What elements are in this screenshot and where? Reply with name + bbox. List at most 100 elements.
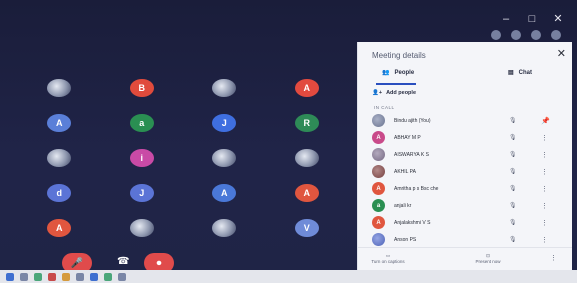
tab-chat[interactable]: ▤ Chat: [508, 69, 533, 77]
captions-label: Turn on captions: [371, 259, 405, 264]
participant-avatar: A: [372, 131, 385, 144]
hangup-icon[interactable]: ☎: [117, 257, 129, 267]
add-person-icon: 👤+: [372, 90, 383, 96]
more-options-icon[interactable]: ⋮: [541, 185, 548, 193]
add-people-button[interactable]: 👤+ Add people: [372, 90, 416, 96]
chat-icon[interactable]: [511, 30, 521, 40]
in-call-heading: IN CALL: [374, 105, 395, 110]
more-options-icon[interactable]: ⋮: [541, 236, 548, 244]
participant-avatar: a: [372, 199, 385, 212]
present-button[interactable]: ⊡ Present now: [458, 253, 518, 264]
top-bar: – □ ✕: [0, 0, 577, 40]
taskbar: [0, 270, 577, 283]
chat-bubble-icon: ▤: [508, 70, 514, 76]
more-options-icon[interactable]: ⋮: [541, 202, 548, 210]
minimize-icon[interactable]: –: [501, 14, 511, 25]
present-label: Present now: [475, 259, 501, 264]
app-icon-5[interactable]: [90, 272, 98, 281]
participant-name: anjali kr: [394, 202, 412, 209]
mic-muted-icon: 🎙: [509, 186, 517, 192]
participant-row[interactable]: A ABHAY M P 🎙 ⋮: [358, 129, 572, 146]
top-icons: [491, 30, 561, 40]
panel-footer: ▭ Turn on captions ⊡ Present now ⋮: [358, 247, 572, 271]
participant-grid: BAAaJRidJAAAV: [18, 70, 348, 245]
tab-people[interactable]: 👥 People: [382, 69, 414, 77]
participant-photo-tile[interactable]: [129, 218, 154, 237]
participant-photo-tile[interactable]: [212, 218, 237, 237]
close-icon[interactable]: ✕: [557, 47, 566, 60]
participant-avatar-tile[interactable]: a: [129, 113, 154, 132]
more-options-icon[interactable]: ⋮: [541, 168, 548, 176]
participant-avatar: [372, 165, 385, 178]
participant-name: AKHIL PA: [394, 168, 416, 175]
mic-muted-icon: 🎙: [509, 118, 517, 124]
participant-row[interactable]: a anjali kr 🎙 ⋮: [358, 197, 572, 214]
app-icon-6[interactable]: [104, 272, 112, 281]
window-controls: – □ ✕: [501, 14, 563, 25]
participant-row[interactable]: A Anjalakshmi V S 🎙 ⋮: [358, 214, 572, 231]
participant-avatar-tile[interactable]: i: [129, 148, 154, 167]
participant-avatar-tile[interactable]: J: [129, 183, 154, 202]
activities-icon[interactable]: [531, 30, 541, 40]
mic-muted-icon: 🎙: [509, 203, 517, 209]
participant-name: Amritha p s Bsc che: [394, 185, 439, 192]
active-tab-indicator: [376, 83, 416, 85]
participant-avatar-tile[interactable]: J: [212, 113, 237, 132]
mic-muted-icon: 🎙: [509, 237, 517, 243]
app-icon-1[interactable]: [34, 272, 42, 281]
mic-muted-icon: 🎙: [509, 169, 517, 175]
participant-avatar-tile[interactable]: B: [129, 78, 154, 97]
participant-row[interactable]: AISWARYA K S 🎙 ⋮: [358, 146, 572, 163]
participant-avatar: A: [372, 182, 385, 195]
footer-more-icon[interactable]: ⋮: [550, 254, 557, 262]
participant-row[interactable]: Bindu ajith (You) 🎙 📌: [358, 112, 572, 129]
tab-chat-label: Chat: [518, 69, 533, 76]
close-window-icon[interactable]: ✕: [553, 14, 563, 25]
mic-muted-icon: 🎙: [509, 152, 517, 158]
mic-muted-icon: 🎙: [509, 220, 517, 226]
participant-name: AISWARYA K S: [394, 151, 429, 158]
participant-name: Bindu ajith (You): [394, 117, 431, 124]
participant-avatar: A: [372, 216, 385, 229]
participant-list: Bindu ajith (You) 🎙 📌 A ABHAY M P 🎙 ⋮ AISWARYA …: [358, 112, 572, 248]
participant-avatar: [372, 114, 385, 127]
participant-photo-tile[interactable]: [47, 78, 72, 97]
meet-screen: – □ ✕ BAAaJRidJAAAV 🎤 ☎ ⏺ Meeting detail…: [0, 0, 577, 283]
participant-avatar-tile[interactable]: A: [294, 78, 319, 97]
maximize-icon[interactable]: □: [527, 14, 537, 25]
people-count-icon[interactable]: [491, 30, 501, 40]
app-icon-2[interactable]: [48, 272, 56, 281]
participant-photo-tile[interactable]: [47, 148, 72, 167]
participant-photo-tile[interactable]: [212, 78, 237, 97]
participant-name: Anjalakshmi V S: [394, 219, 431, 226]
app-icon-3[interactable]: [62, 272, 70, 281]
mic-muted-icon: 🎙: [509, 135, 517, 141]
participant-photo-tile[interactable]: [294, 148, 319, 167]
participant-photo-tile[interactable]: [212, 148, 237, 167]
app-icon-7[interactable]: [118, 272, 126, 281]
search-icon[interactable]: [20, 272, 28, 281]
add-people-label: Add people: [386, 90, 417, 96]
participant-row[interactable]: AKHIL PA 🎙 ⋮: [358, 163, 572, 180]
participant-name: Anson PS: [394, 236, 417, 243]
panel-title: Meeting details: [372, 51, 426, 60]
participant-avatar: [372, 148, 385, 161]
app-icon-4[interactable]: [76, 272, 84, 281]
more-options-icon[interactable]: ⋮: [541, 151, 548, 159]
pin-icon[interactable]: 📌: [541, 117, 550, 125]
start-icon[interactable]: [6, 272, 14, 281]
participant-avatar-tile[interactable]: A: [47, 218, 72, 237]
participant-avatar-tile[interactable]: V: [294, 218, 319, 237]
participant-avatar-tile[interactable]: A: [294, 183, 319, 202]
more-options-icon[interactable]: ⋮: [541, 219, 548, 227]
participant-avatar-tile[interactable]: R: [294, 113, 319, 132]
participant-row[interactable]: A Amritha p s Bsc che 🎙 ⋮: [358, 180, 572, 197]
participant-avatar-tile[interactable]: d: [47, 183, 72, 202]
participant-row[interactable]: Anson PS 🎙 ⋮: [358, 231, 572, 248]
more-options-icon[interactable]: ⋮: [541, 134, 548, 142]
participant-avatar-tile[interactable]: A: [47, 113, 72, 132]
people-icon: 👥: [382, 70, 390, 76]
participant-avatar-tile[interactable]: A: [212, 183, 237, 202]
captions-button[interactable]: ▭ Turn on captions: [358, 253, 418, 264]
more-icon[interactable]: [551, 30, 561, 40]
